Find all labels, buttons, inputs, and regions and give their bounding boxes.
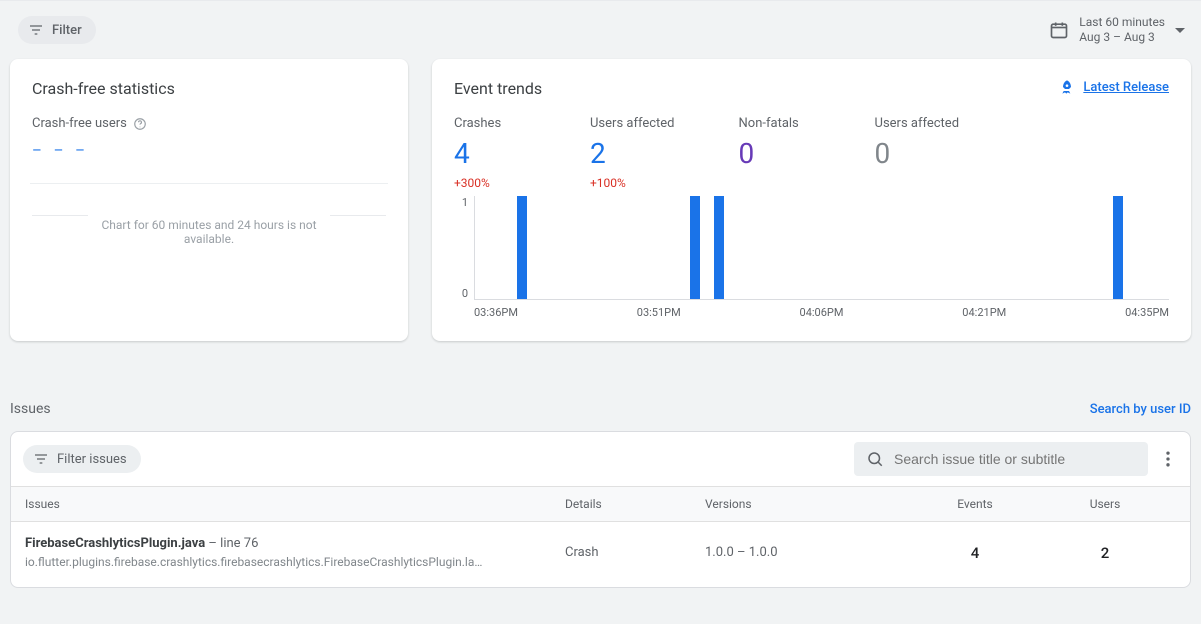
- issues-section-title: Issues: [10, 401, 51, 417]
- chart-bar: [517, 196, 527, 299]
- col-versions: Versions: [705, 497, 905, 511]
- col-events: Events: [905, 497, 1045, 511]
- x-tick: 04:21PM: [962, 306, 1006, 319]
- date-range-text: Last 60 minutes Aug 3 – Aug 3: [1079, 15, 1165, 45]
- issues-table-header: Issues Details Versions Events Users: [11, 486, 1190, 522]
- table-row[interactable]: FirebaseCrashlyticsPlugin.java – line 76…: [11, 522, 1190, 587]
- filter-issues-label: Filter issues: [57, 452, 127, 467]
- metric-label: Crashes: [454, 116, 526, 131]
- issues-toolbar: Filter issues: [11, 432, 1190, 486]
- issue-details: Crash: [565, 545, 705, 560]
- chart-bar: [1113, 196, 1123, 299]
- issue-title: FirebaseCrashlyticsPlugin.java – line 76: [25, 536, 565, 551]
- y-tick: 0: [454, 287, 468, 300]
- y-tick: 1: [454, 196, 468, 209]
- latest-release-link[interactable]: Latest Release: [1059, 79, 1169, 95]
- crash-free-title: Crash-free statistics: [32, 79, 386, 98]
- more-vert-icon[interactable]: [1158, 449, 1178, 469]
- filter-icon: [28, 22, 44, 38]
- metric-delta: +300%: [454, 176, 526, 190]
- topbar: Filter Last 60 minutes Aug 3 – Aug 3: [0, 1, 1201, 59]
- date-range-title: Last 60 minutes: [1079, 15, 1165, 30]
- metric-label: Users affected: [590, 116, 675, 131]
- chart-unavailable-text: Chart for 60 minutes and 24 hours is not…: [32, 184, 386, 246]
- chart-bar: [714, 196, 724, 299]
- metric-label: Non-fatals: [739, 116, 811, 131]
- metric-label: Users affected: [875, 116, 960, 131]
- latest-release-label: Latest Release: [1083, 80, 1169, 95]
- chart-bar: [690, 196, 700, 299]
- metrics-row: Crashes 4 +300% Users affected 2 +100% Non-fat…: [454, 116, 1169, 190]
- calendar-icon: [1049, 20, 1069, 40]
- issues-section-header: Issues Search by user ID: [0, 361, 1201, 431]
- col-details: Details: [565, 497, 705, 511]
- x-tick: 04:06PM: [800, 306, 844, 319]
- crash-free-users-label: Crash-free users: [32, 116, 127, 131]
- x-tick: 04:35PM: [1125, 306, 1169, 319]
- metric-value: 2: [590, 137, 675, 170]
- issue-users: 2: [1045, 544, 1165, 562]
- event-trends-card: Latest Release Event trends Crashes4+300…: [432, 59, 1191, 341]
- filter-chip[interactable]: Filter: [18, 16, 96, 44]
- chart-y-ticks: 10: [454, 196, 474, 300]
- chevron-down-icon: [1175, 28, 1185, 33]
- filter-chip-label: Filter: [52, 23, 82, 38]
- col-users: Users: [1045, 497, 1165, 511]
- metric: Crashes 4 +300%: [454, 116, 526, 190]
- date-range-subtitle: Aug 3 – Aug 3: [1079, 30, 1165, 45]
- metric: Users affected 2 +100%: [590, 116, 675, 190]
- metric-delta: +100%: [590, 176, 675, 190]
- metric-delta: [739, 176, 811, 190]
- issue-versions: 1.0.0 – 1.0.0: [705, 545, 905, 560]
- metric-delta: [875, 176, 960, 190]
- metric-value: 0: [739, 137, 811, 170]
- filter-icon: [33, 451, 49, 467]
- crash-free-card: Crash-free statistics Crash-free users –…: [10, 59, 408, 341]
- search-by-user-id-link[interactable]: Search by user ID: [1090, 402, 1191, 417]
- filter-issues-chip[interactable]: Filter issues: [23, 445, 141, 473]
- issue-events: 4: [905, 544, 1045, 562]
- issue-subtitle: io.flutter.plugins.firebase.crashlytics.…: [25, 555, 525, 569]
- rocket-icon: [1059, 79, 1075, 95]
- x-tick: 03:51PM: [637, 306, 681, 319]
- metric-value: 4: [454, 137, 526, 170]
- chart-x-ticks: 03:36PM 03:51PM 04:06PM 04:21PM 04:35PM: [474, 306, 1169, 319]
- search-icon: [866, 450, 884, 468]
- metric: Users affected 0: [875, 116, 960, 190]
- metric: Non-fatals 0: [739, 116, 811, 190]
- date-range-picker[interactable]: Last 60 minutes Aug 3 – Aug 3: [1049, 15, 1191, 45]
- metric-value: 0: [875, 137, 960, 170]
- col-issues: Issues: [25, 497, 565, 511]
- issues-card: Filter issues Issues Details Versions Ev…: [10, 431, 1191, 588]
- help-icon[interactable]: [133, 117, 147, 131]
- issue-search-box[interactable]: [854, 442, 1148, 476]
- crash-free-users-value: – – –: [32, 141, 386, 159]
- event-trends-chart: [474, 196, 1169, 300]
- x-tick: 03:36PM: [474, 306, 518, 319]
- issue-search-input[interactable]: [894, 451, 1136, 467]
